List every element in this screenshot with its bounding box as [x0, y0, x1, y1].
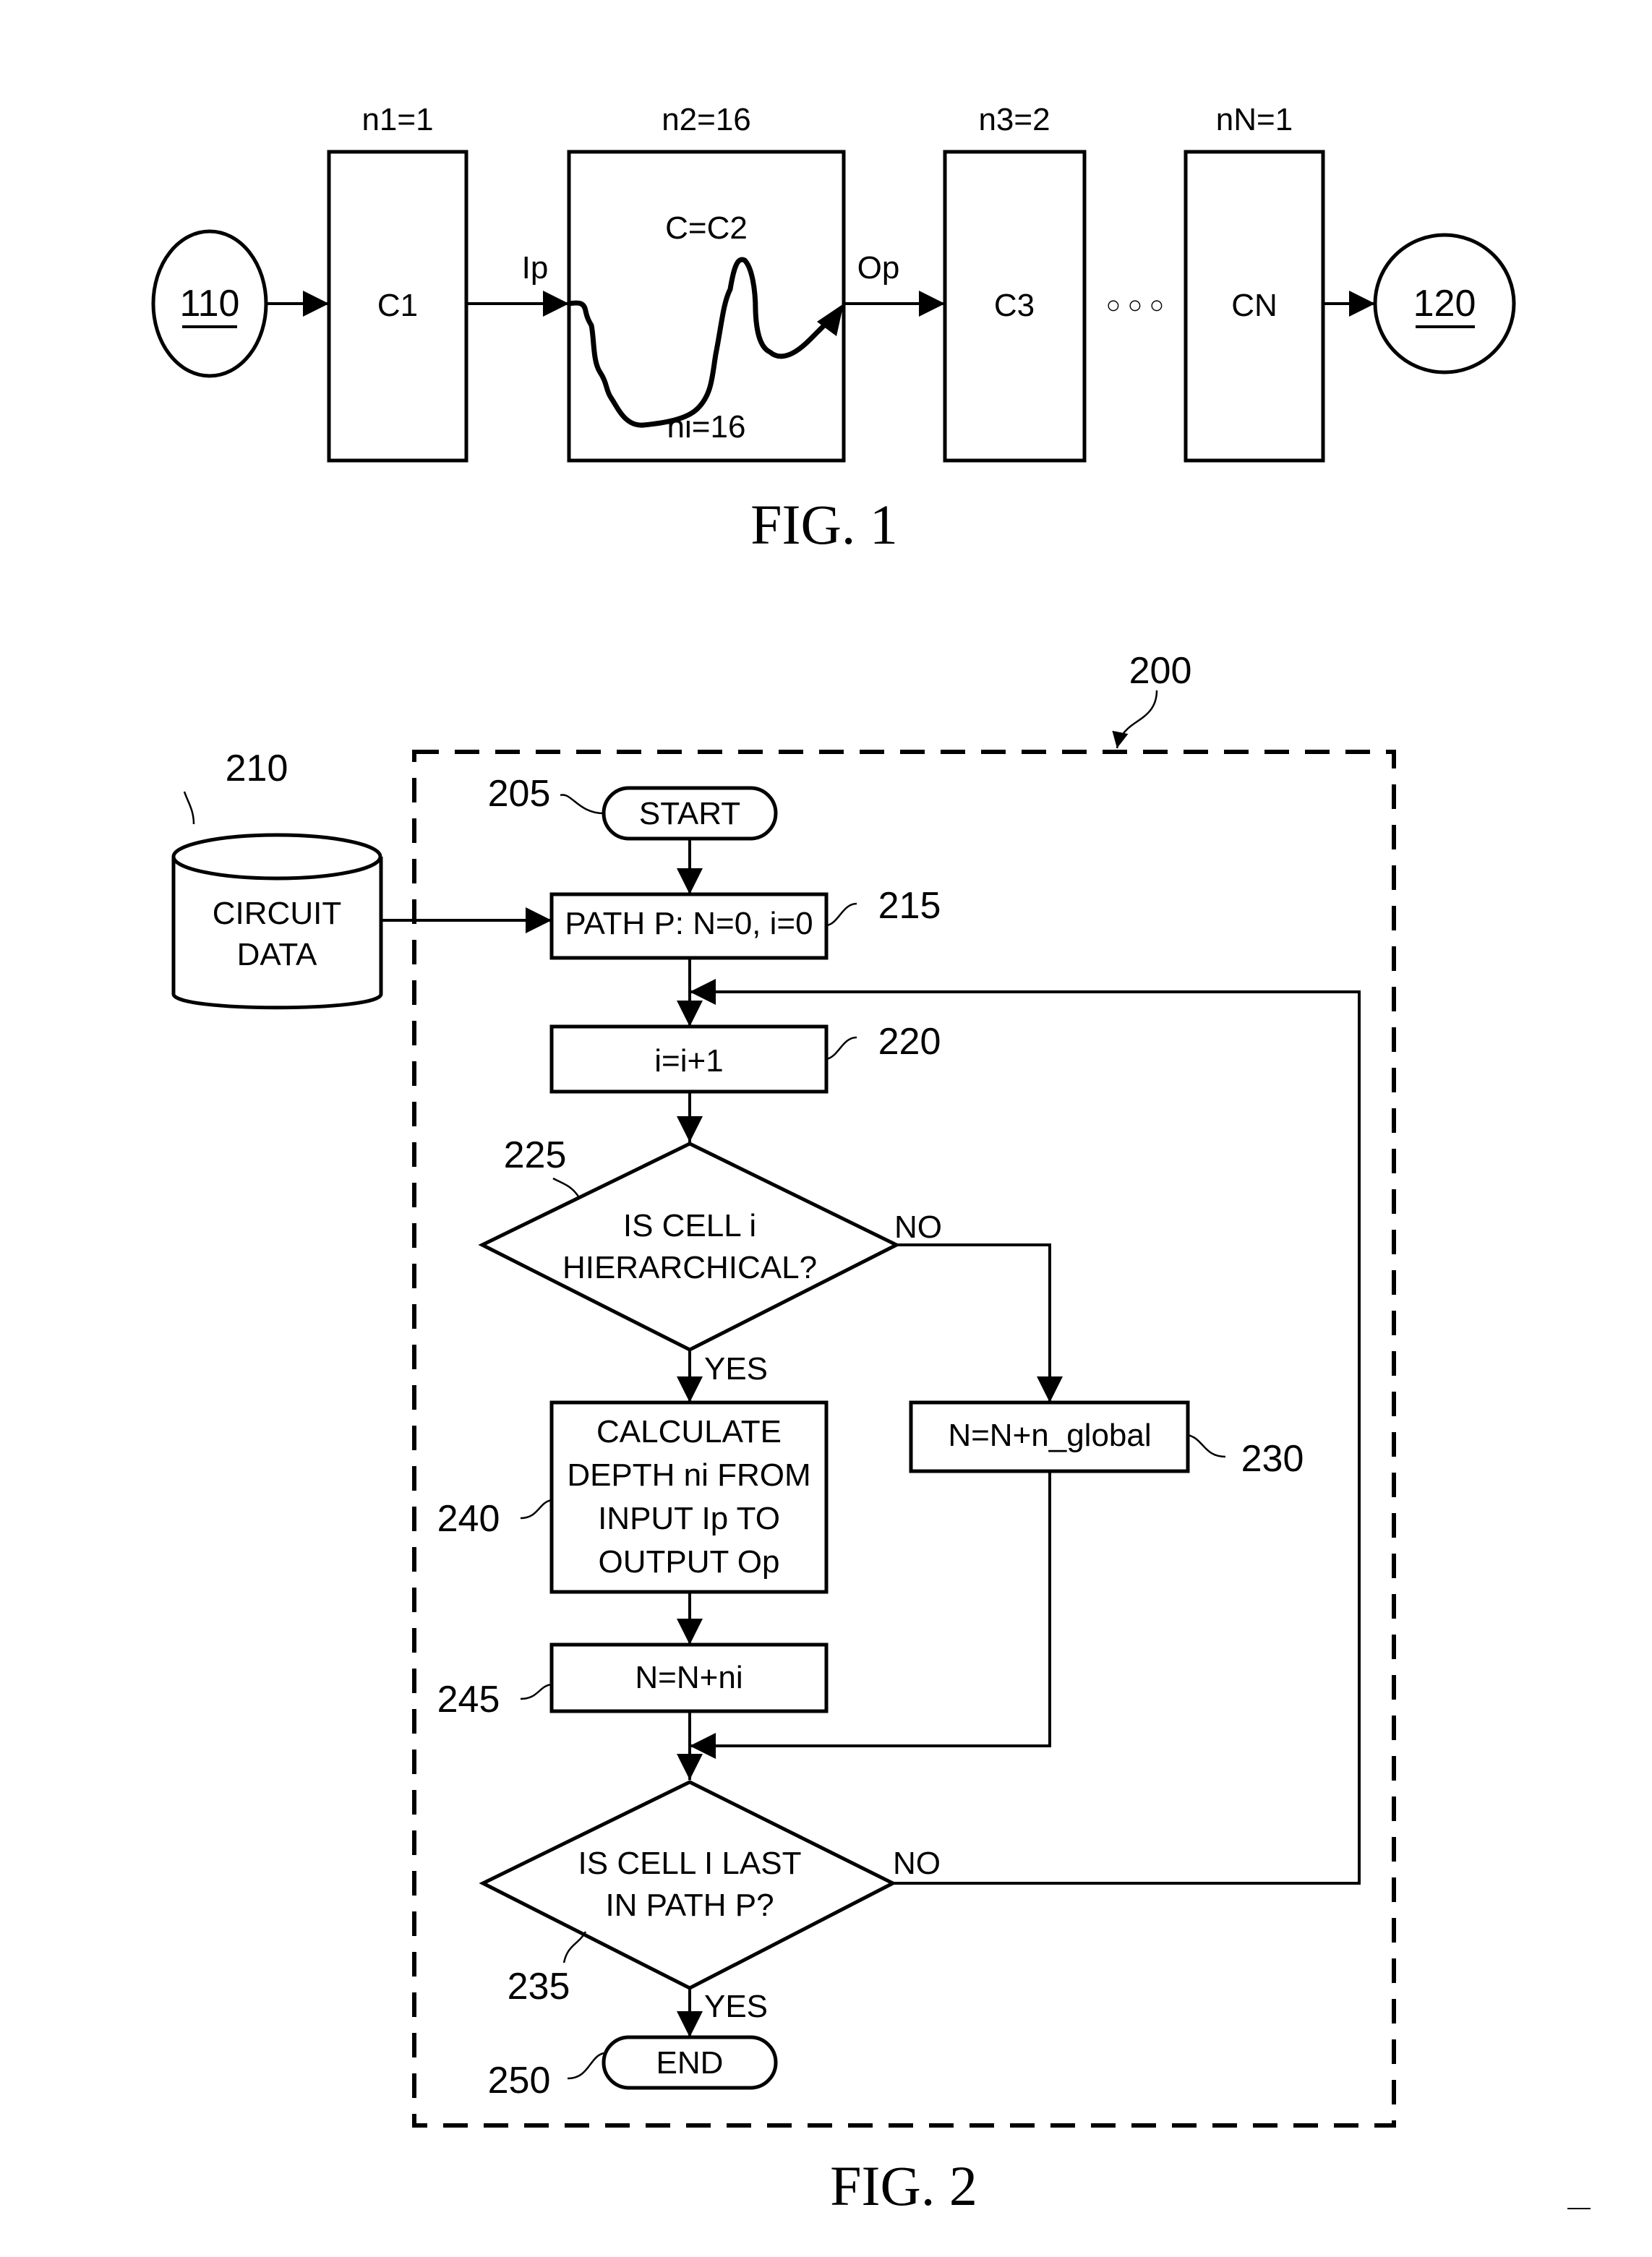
cell-c3-depth: n3=2 [978, 102, 1050, 137]
ref-245: 245 [437, 1679, 500, 1721]
decision1-line1: IS CELL i [623, 1208, 756, 1243]
start-terminal: 205 START [488, 773, 778, 841]
ref-200: 200 [1129, 650, 1192, 692]
decision2-yes: YES [704, 1989, 768, 2024]
cell-c2-label: C=C2 [665, 210, 748, 246]
ref-210: 210 [226, 748, 288, 789]
decision2-line1: IS CELL I LAST [578, 1846, 802, 1881]
global-step-230: N=N+n_global 230 [909, 1400, 1304, 1480]
calc-line3: INPUT Ip TO [598, 1501, 780, 1536]
calc-line2: DEPTH ni FROM [567, 1457, 810, 1493]
ref-205: 205 [488, 773, 551, 815]
calc-depth-step-240: CALCULATE DEPTH ni FROM INPUT Ip TO OUTP… [437, 1400, 829, 1594]
decision2-line2: IN PATH P? [605, 1888, 774, 1923]
ref-220: 220 [878, 1021, 941, 1063]
increment-label: i=i+1 [654, 1043, 723, 1079]
increment-step-220: i=i+1 220 [549, 1021, 941, 1094]
ref-215-leader [826, 902, 857, 927]
init-step-215: PATH P: N=0, i=0 215 [549, 885, 941, 960]
db-line2: DATA [237, 937, 317, 972]
ref-240: 240 [437, 1498, 500, 1540]
decision-last-cell-235: IS CELL I LAST IN PATH P? NO YES 235 [479, 1780, 941, 2024]
end-label: END [656, 2045, 724, 2081]
calc-line1: CALCULATE [596, 1414, 782, 1449]
db-line1: CIRCUIT [213, 896, 341, 931]
ref-235: 235 [508, 1966, 570, 2008]
output-pin-label: Op [857, 250, 900, 286]
ref-235-leader [562, 1931, 587, 1963]
fig1-circuit-path: 110 n1=1 C1 Ip n2=16 C=C2 ni=16 Op n3=2 … [151, 102, 1516, 556]
sink-node-120: 120 [1373, 233, 1516, 374]
ref-230: 230 [1241, 1438, 1304, 1480]
end-terminal: END 250 [488, 2035, 778, 2102]
decision1-yes: YES [704, 1351, 768, 1387]
decision2-no: NO [893, 1846, 941, 1881]
input-pin-label: Ip [522, 250, 549, 286]
source-node-label: 110 [180, 283, 240, 325]
fig1-caption: FIG. 1 [750, 493, 898, 556]
calc-line4: OUTPUT Op [598, 1544, 779, 1580]
source-node-110: 110 [151, 229, 268, 378]
cell-cn-depth: nN=1 [1216, 102, 1293, 137]
ref-205-leader [560, 794, 604, 815]
sink-node-label: 120 [1413, 283, 1476, 325]
global-label: N=N+n_global [948, 1418, 1151, 1453]
ref-225: 225 [504, 1134, 567, 1176]
fig2-caption: FIG. 2 [830, 2154, 977, 2217]
cell-c1-depth: n1=1 [361, 102, 433, 137]
ref-220-leader [826, 1036, 857, 1061]
circuit-data-store: 210 CIRCUIT DATA [171, 748, 383, 1010]
fig2-flowchart: 200 210 CIRCUIT DATA 205 START PATH P: N… [171, 650, 1591, 2217]
accum-label: N=N+ni [635, 1660, 742, 1695]
ellipsis: ○ ○ ○ [1106, 291, 1165, 319]
decision1-line2: HIERARCHICAL? [562, 1250, 817, 1285]
cell-cn: nN=1 CN [1184, 102, 1325, 463]
ref-210-leader [183, 791, 195, 825]
start-label: START [639, 796, 740, 831]
cell-c2-depth: n2=16 [662, 102, 751, 137]
cell-c1: n1=1 C1 [327, 102, 468, 463]
ref-240-leader [520, 1499, 552, 1520]
cell-cn-label: CN [1231, 288, 1277, 323]
ref-250-leader [567, 2052, 604, 2080]
ref-200-leader [1112, 690, 1158, 749]
accumulate-step-245: N=N+ni 245 [437, 1643, 829, 1721]
ref-230-leader [1187, 1434, 1226, 1458]
ref-245-leader [520, 1683, 552, 1700]
cell-c3: n3=2 C3 [943, 102, 1087, 463]
decision-hierarchical-225: 225 IS CELL i HIERARCHICAL? NO YES [478, 1134, 942, 1387]
arrow-225-no-to-230 [896, 1243, 1063, 1402]
cell-c2-inner-depth: ni=16 [667, 409, 746, 445]
ref-215: 215 [878, 885, 941, 927]
cell-c3-label: C3 [994, 288, 1035, 323]
ref-225-leader [552, 1177, 580, 1197]
decision1-no: NO [894, 1209, 942, 1245]
cell-c2: n2=16 C=C2 ni=16 [566, 102, 846, 463]
cell-c1-label: C1 [377, 288, 418, 323]
ref-250: 250 [488, 2060, 551, 2102]
init-label: PATH P: N=0, i=0 [565, 906, 813, 941]
patent-drawing-sheet: 110 n1=1 C1 Ip n2=16 C=C2 ni=16 Op n3=2 … [151, 102, 1591, 2217]
